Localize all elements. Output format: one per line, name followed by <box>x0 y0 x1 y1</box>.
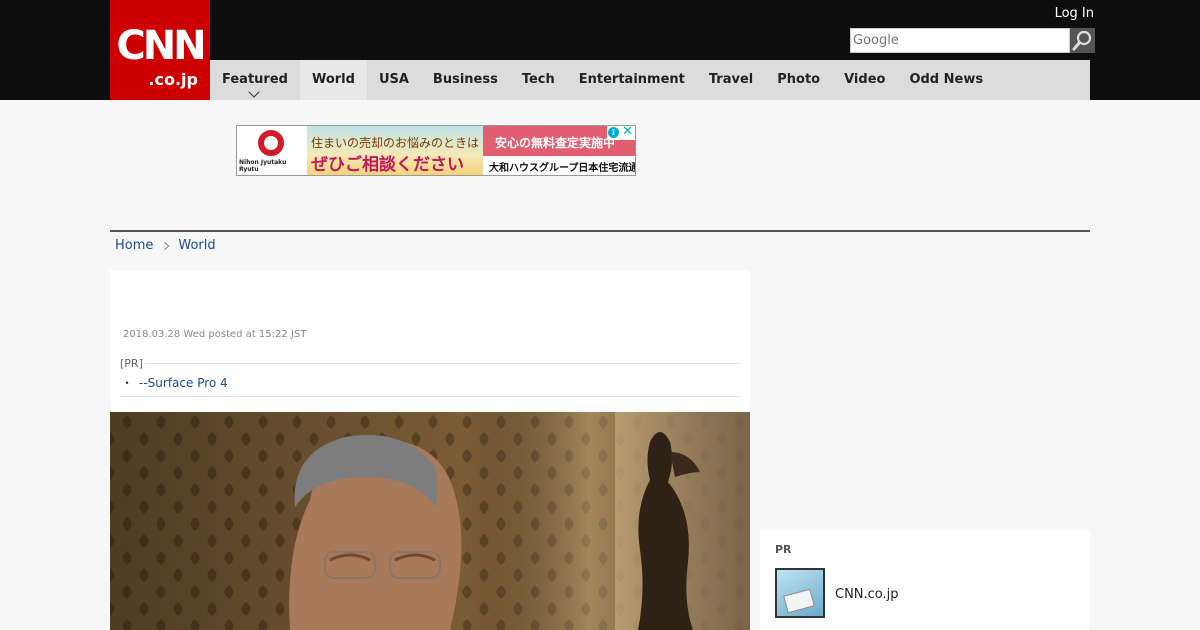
sidebar-thumbnail[interactable] <box>775 568 825 618</box>
sidebar-pr-label: PR <box>775 543 792 556</box>
cnn-logo[interactable]: CNN .co.jp <box>110 0 210 100</box>
nav-item-odd-news[interactable]: Odd News <box>897 60 995 100</box>
pr-link[interactable]: ・ --Surface Pro 4 <box>121 374 228 391</box>
banner-ad[interactable]: Nihon Jyutaku Ryutu 住まいの売却のお悩みのときは ぜひご相談… <box>236 125 636 176</box>
nav-item-featured[interactable]: Featured <box>210 60 300 100</box>
logo-text: CNN <box>116 23 206 69</box>
ad-tagline: ぜひご相談ください <box>311 155 464 175</box>
nav-item-label: USA <box>378 72 409 87</box>
breadcrumb-world[interactable]: World <box>178 238 215 253</box>
ad-brand: Nihon Jyutaku Ryutu <box>239 159 287 173</box>
nav-item-travel[interactable]: Travel <box>697 60 765 100</box>
nav-item-usa[interactable]: USA <box>367 60 421 100</box>
breadcrumb-home[interactable]: Home <box>115 238 153 253</box>
pr-link-text: --Surface Pro 4 <box>139 376 228 390</box>
section-divider <box>110 230 1090 232</box>
sidebar-pr-card: PR CNN.co.jp <box>760 530 1090 630</box>
nav-item-world[interactable]: World <box>299 60 367 100</box>
ad-close-icon[interactable]: ✕ <box>622 126 633 139</box>
chevron-down-icon <box>248 86 260 98</box>
breadcrumb: Home World <box>115 238 216 253</box>
sidebar-item-name[interactable]: CNN.co.jp <box>835 587 899 602</box>
ring-logo-icon <box>258 130 284 156</box>
ad-subtext: 大和ハウスグループ日本住宅流通へ <box>489 163 636 174</box>
nav-item-label: Business <box>432 72 498 87</box>
article-photo <box>110 412 750 630</box>
ad-badge: 安心の無料査定実施中 <box>495 136 616 150</box>
nav-item-label: Tech <box>521 72 555 87</box>
nav-item-business[interactable]: Business <box>421 60 510 100</box>
search-input[interactable] <box>850 28 1070 53</box>
ad-headline: 住まいの売却のお悩みのときは <box>311 136 480 150</box>
bullet: ・ <box>121 376 134 390</box>
pr-label: [PR] <box>120 357 145 370</box>
nav-item-photo[interactable]: Photo <box>765 60 832 100</box>
nav-item-label: Travel <box>708 72 754 87</box>
nav-item-label: Featured <box>222 72 288 87</box>
chevron-right-icon <box>161 241 170 250</box>
envelope-icon <box>783 588 815 614</box>
nav-item-label: Entertainment <box>578 72 685 87</box>
login-link[interactable]: Log In <box>1055 6 1094 21</box>
search-button[interactable] <box>1070 28 1095 53</box>
post-date: 2018.03.28 Wed posted at 15:22 JST <box>123 329 307 340</box>
top-header: CNN .co.jp Log In Featured World USA Bus… <box>0 0 1200 100</box>
nav-item-tech[interactable]: Tech <box>510 60 567 100</box>
article-photo-image <box>110 412 750 630</box>
nav-item-label: Odd News <box>909 72 984 87</box>
ad-logo: Nihon Jyutaku Ryutu <box>237 126 307 175</box>
logo-subtext: .co.jp <box>148 70 198 89</box>
nav-item-label: World <box>311 72 355 87</box>
nav-item-entertainment[interactable]: Entertainment <box>567 60 697 100</box>
main-nav: Featured World USA Business Tech Enterta… <box>210 60 1090 100</box>
nav-item-label: Video <box>844 72 886 87</box>
search-icon <box>1072 30 1092 51</box>
nav-item-video[interactable]: Video <box>832 60 897 100</box>
nav-item-label: Photo <box>777 72 821 87</box>
ad-info-icon[interactable]: i <box>608 127 619 138</box>
